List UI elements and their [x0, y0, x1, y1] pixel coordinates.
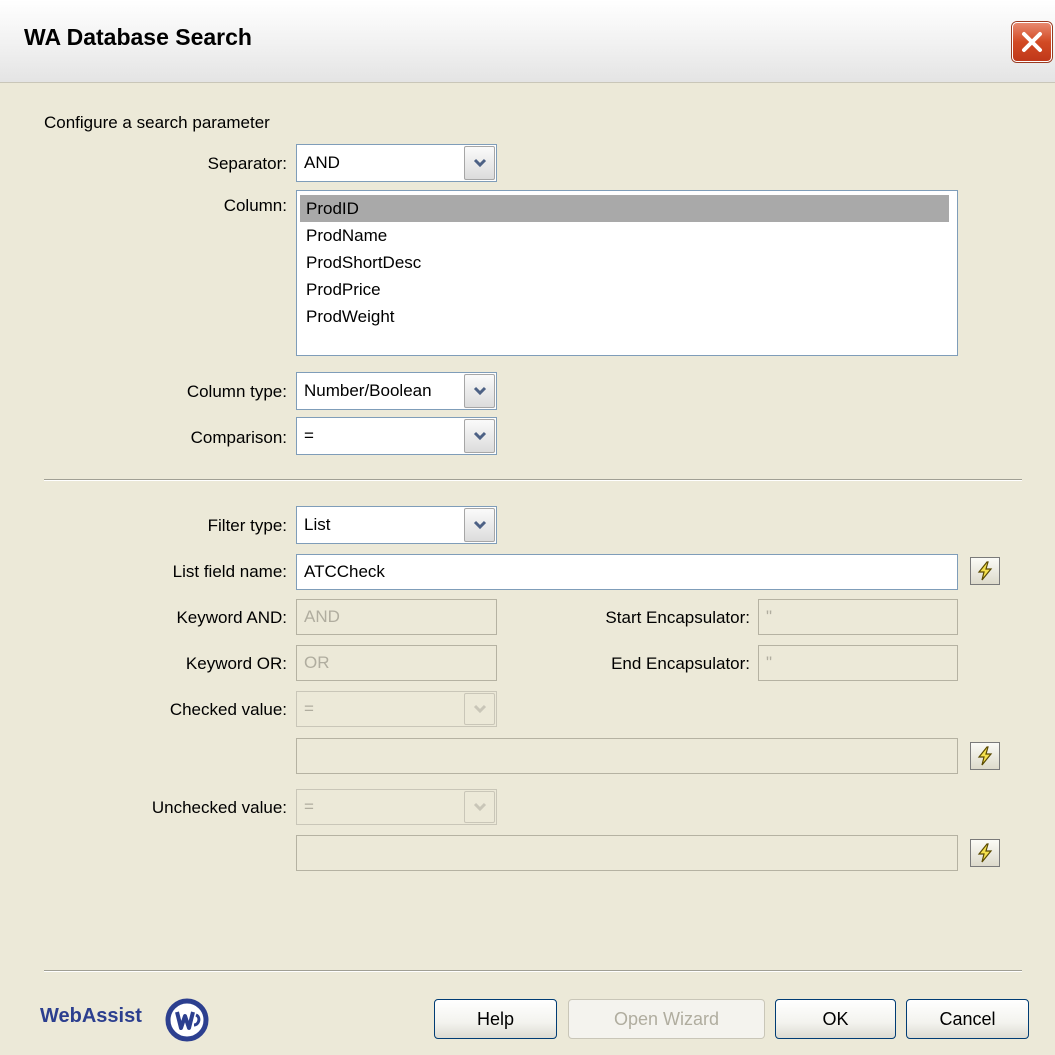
keyword-and-input[interactable]: AND	[296, 599, 497, 635]
checked-value-label: Checked value:	[169, 700, 287, 719]
webassist-logo-icon	[165, 998, 209, 1047]
checked-value-input[interactable]	[296, 738, 958, 774]
close-icon	[1022, 32, 1042, 52]
list-item-prodprice[interactable]: ProdPrice	[300, 276, 949, 303]
unchecked-value-label: Unchecked value:	[151, 798, 287, 817]
end-encapsulator-label: End Encapsulator:	[611, 654, 750, 673]
unchecked-value-comparison: =	[304, 797, 314, 816]
separator-select[interactable]: AND	[296, 144, 497, 182]
list-field-name-label: List field name:	[172, 562, 287, 581]
column-type-value: Number/Boolean	[304, 381, 432, 400]
window-title: WA Database Search	[24, 24, 252, 50]
comparison-label: Comparison:	[190, 428, 287, 447]
checked-value-dynamic-button[interactable]	[970, 742, 1000, 770]
keyword-or-label: Keyword OR:	[185, 654, 287, 673]
help-button[interactable]: Help	[434, 999, 557, 1039]
footer-divider	[44, 970, 1022, 972]
list-item-prodid[interactable]: ProdID	[300, 195, 949, 222]
end-encapsulator-input[interactable]: "	[758, 645, 958, 681]
open-wizard-button[interactable]: Open Wizard	[568, 999, 765, 1039]
lightning-bolt-icon	[977, 746, 993, 766]
filter-type-label: Filter type:	[207, 516, 287, 535]
unchecked-value-input[interactable]	[296, 835, 958, 871]
keyword-or-input[interactable]: OR	[296, 645, 497, 681]
section-title: Configure a search parameter	[44, 113, 270, 132]
section-divider	[44, 479, 1022, 481]
column-type-select[interactable]: Number/Boolean	[296, 372, 497, 410]
list-item-prodshortdesc[interactable]: ProdShortDesc	[300, 249, 949, 276]
chevron-down-icon[interactable]	[464, 693, 495, 725]
column-type-label: Column type:	[186, 382, 287, 401]
list-item-prodname[interactable]: ProdName	[300, 222, 949, 249]
start-encapsulator-label: Start Encapsulator:	[605, 608, 750, 627]
unchecked-value-dynamic-button[interactable]	[970, 839, 1000, 867]
lightning-bolt-icon	[977, 561, 993, 581]
list-item-prodweight[interactable]: ProdWeight	[300, 303, 949, 330]
wa-database-search-dialog: WA Database Search Configure a search pa…	[0, 0, 1055, 1055]
chevron-down-icon[interactable]	[464, 508, 495, 542]
ok-button[interactable]: OK	[775, 999, 896, 1039]
filter-type-value: List	[304, 515, 331, 534]
checked-value-comparison: =	[304, 699, 314, 718]
separator-label: Separator:	[207, 154, 287, 173]
keyword-and-label: Keyword AND:	[176, 608, 287, 627]
comparison-value: =	[304, 426, 314, 445]
column-label: Column:	[223, 196, 287, 215]
chevron-down-icon[interactable]	[464, 791, 495, 823]
list-field-name-input[interactable]: ATCCheck	[296, 554, 958, 590]
cancel-button[interactable]: Cancel	[906, 999, 1029, 1039]
title-bar: WA Database Search	[0, 0, 1055, 83]
chevron-down-icon[interactable]	[464, 374, 495, 408]
checked-value-comparison-select[interactable]: =	[296, 691, 497, 727]
chevron-down-icon[interactable]	[464, 419, 495, 453]
lightning-bolt-icon	[977, 843, 993, 863]
comparison-select[interactable]: =	[296, 417, 497, 455]
list-field-dynamic-button[interactable]	[970, 557, 1000, 585]
filter-type-select[interactable]: List	[296, 506, 497, 544]
column-listbox[interactable]: ProdID ProdName ProdShortDesc ProdPrice …	[296, 190, 958, 356]
unchecked-value-comparison-select[interactable]: =	[296, 789, 497, 825]
webassist-logo-text: WebAssist	[40, 1005, 142, 1027]
chevron-down-icon[interactable]	[464, 146, 495, 180]
start-encapsulator-input[interactable]: "	[758, 599, 958, 635]
separator-value: AND	[304, 153, 340, 172]
close-button[interactable]	[1012, 22, 1052, 62]
